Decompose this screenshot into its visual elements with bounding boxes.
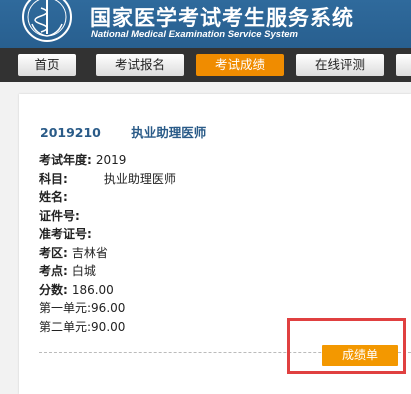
detail-row-id: 证件号: [39,207,176,226]
nav-registration[interactable]: 考试报名 [96,54,184,76]
detail-row-site: 考点: 白城 [39,262,176,281]
exam-name: 执业助理医师 [131,125,207,140]
exam-code: 2019210 [40,125,101,140]
year-value: 2019 [95,153,127,167]
nav-exam-scores[interactable]: 考试成绩 [196,54,284,76]
detail-row-year: 考试年度: 2019 [39,151,176,170]
year-label: 考试年度: [39,153,92,167]
unit2-value: 90.00 [91,319,126,334]
detail-row-region: 考区: 吉林省 [39,244,176,263]
score-details: 考试年度: 2019 科目: 执业助理医师 姓名: 证件号: 准考证号: 考区: 吉林… [39,151,176,336]
nav-home[interactable]: 首页 [18,54,76,76]
ticket-label: 准考证号: [39,227,92,241]
detail-row-unit2: 第二单元:90.00 [39,318,176,337]
nav-more[interactable] [396,54,411,76]
region-value: 吉林省 [71,245,108,260]
id-label: 证件号: [39,208,80,223]
unit1-label: 第一单元: [39,301,92,315]
nav-online-assessment[interactable]: 在线评测 [296,54,384,76]
score-value: 186.00 [71,282,114,297]
site-title: 国家医学考试考生服务系统 [90,6,354,30]
site-label: 考点: [39,264,68,278]
subject-value: 执业助理医师 [103,171,176,186]
detail-row-unit1: 第一单元:96.00 [39,299,176,318]
detail-row-name: 姓名: [39,188,176,207]
exam-heading: 2019210 执业助理医师 [40,122,206,141]
name-label: 姓名: [39,190,68,204]
detail-row-score: 分数: 186.00 [39,281,176,300]
site-header: 国家医学考试考生服务系统 National Medical Examinatio… [0,0,411,48]
unit1-value: 96.00 [91,301,126,315]
detail-row-ticket: 准考证号: [39,225,176,244]
main-nav: 首页 考试报名 考试成绩 在线评测 [0,48,411,82]
site-subtitle: National Medical Examination Service Sys… [91,29,298,40]
medical-emblem-icon [22,0,72,42]
score-sheet-button[interactable]: 成绩单 [322,345,398,366]
detail-row-subject: 科目: 执业助理医师 [39,170,176,189]
subject-label: 科目: [39,171,68,186]
site-value: 白城 [71,264,96,278]
region-label: 考区: [39,245,68,260]
unit2-label: 第二单元: [39,319,92,334]
score-label: 分数: [39,282,68,297]
